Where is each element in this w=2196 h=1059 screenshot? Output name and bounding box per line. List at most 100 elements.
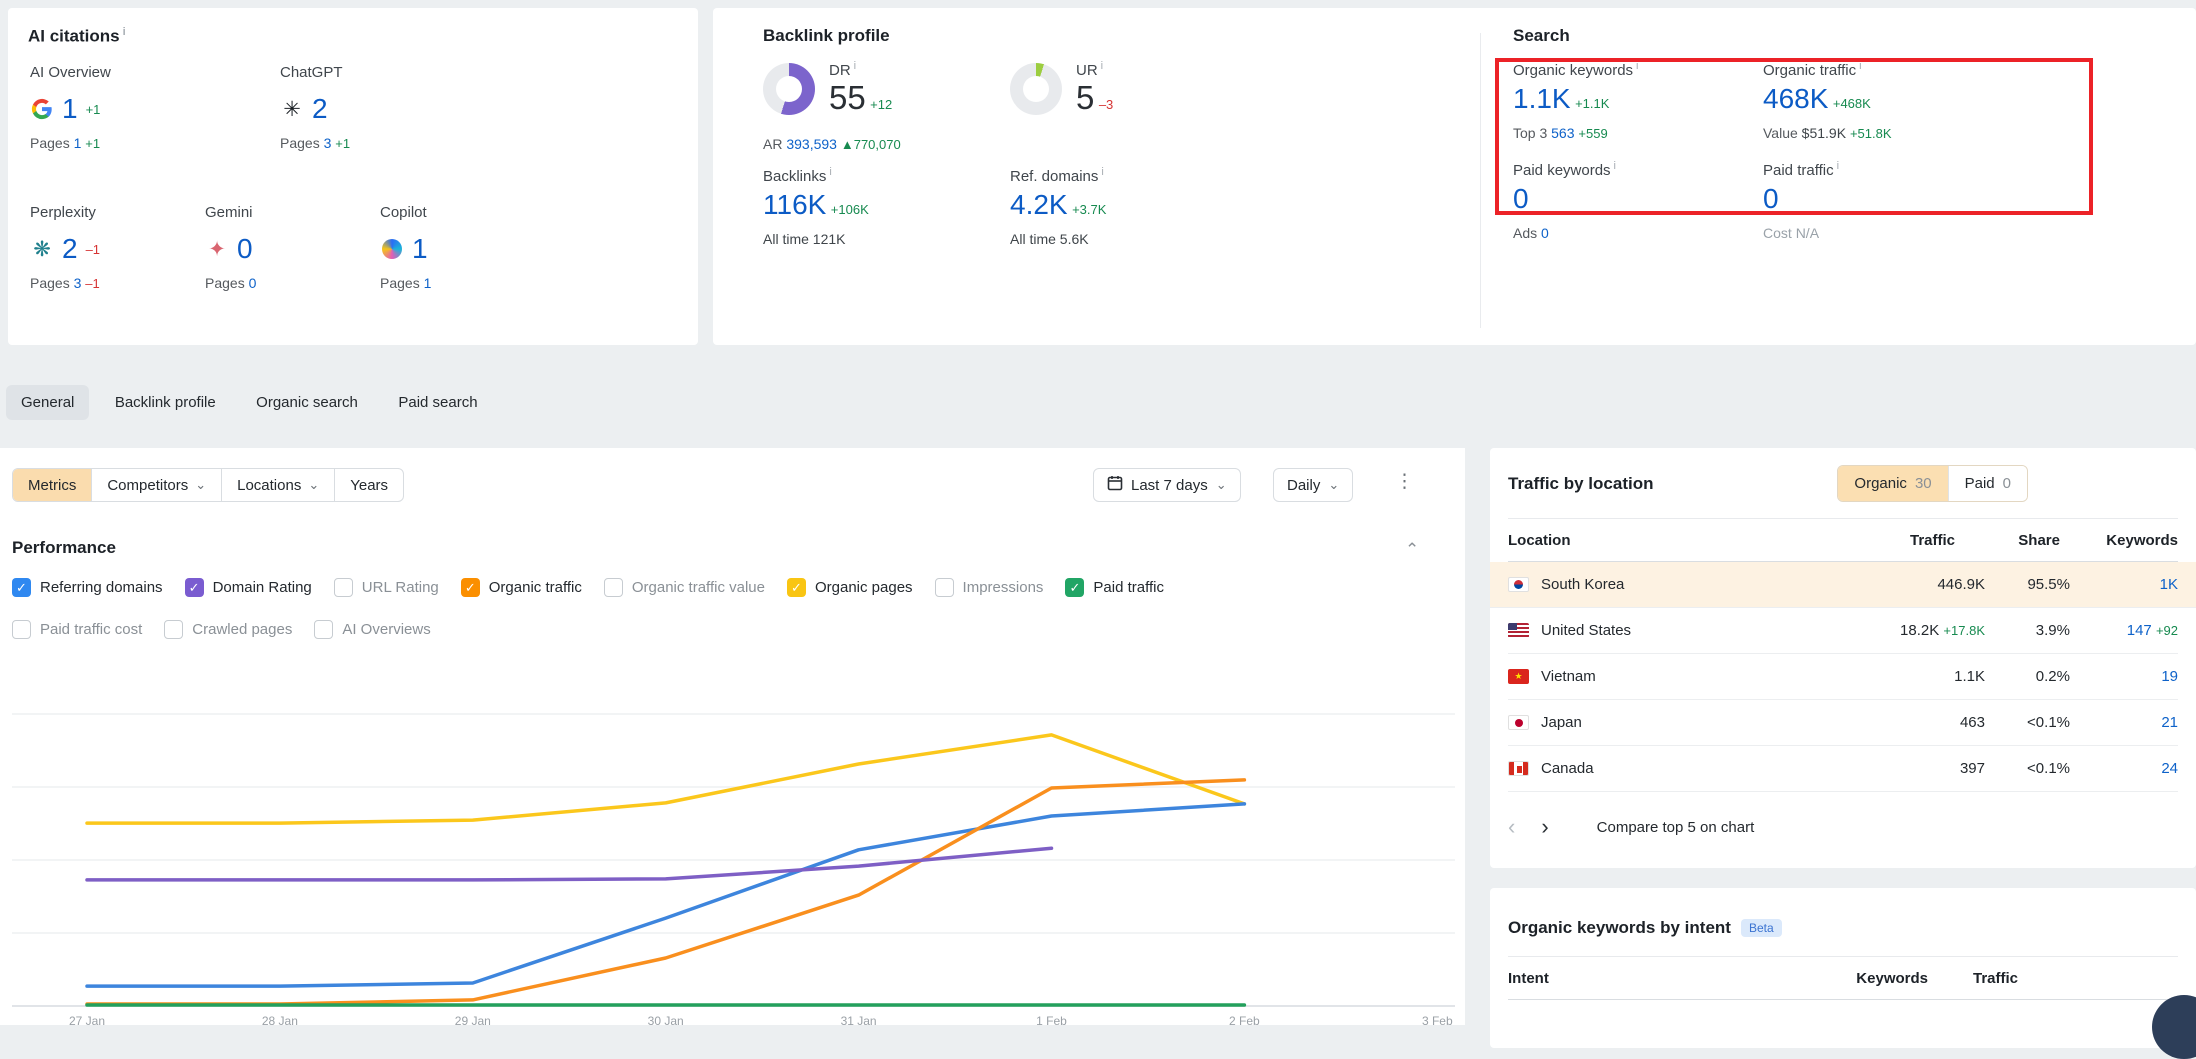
- performance-line-chart[interactable]: [12, 668, 1455, 1008]
- metric-checkbox[interactable]: URL Rating: [334, 578, 439, 597]
- location-table-footer: ‹ › Compare top 5 on chart: [1508, 814, 2178, 840]
- metric-checkbox-row-1: ✓Referring domains ✓Domain Rating URL Rati…: [12, 578, 1164, 597]
- x-tick-label: 29 Jan: [455, 1014, 491, 1025]
- col-keywords[interactable]: Keywords: [2060, 532, 2178, 549]
- info-icon[interactable]: i: [854, 60, 856, 72]
- copilot-count[interactable]: 1: [412, 233, 428, 265]
- ads-value[interactable]: 0: [1541, 225, 1549, 241]
- ai-overview-delta: +1: [86, 102, 101, 117]
- metric-checkbox[interactable]: ✓Domain Rating: [185, 578, 312, 597]
- location-row[interactable]: United States 18.2K +17.8K 3.9% 147 +92: [1508, 608, 2178, 654]
- location-table-body: South Korea 446.9K 95.5% 1K United State…: [1508, 562, 2178, 792]
- x-tick-label: 2 Feb: [1229, 1014, 1260, 1025]
- date-range-button[interactable]: Last 7 days⌄: [1093, 468, 1241, 502]
- ai-block-copilot: Copilot 1 Pages 1: [380, 204, 550, 291]
- toggle-organic[interactable]: Organic30: [1838, 466, 1947, 501]
- toggle-paid[interactable]: Paid0: [1948, 466, 2027, 501]
- checkbox-checked-icon: ✓: [1065, 578, 1084, 597]
- tab-organic-search[interactable]: Organic search: [241, 385, 373, 420]
- pages-count[interactable]: 3: [74, 275, 82, 291]
- keywords-link[interactable]: 147: [2127, 622, 2152, 639]
- ai-overview-count[interactable]: 1: [62, 93, 78, 125]
- col-location[interactable]: Location: [1508, 532, 1835, 549]
- refdomains-block: Ref. domainsi 4.2K +3.7K All time 5.6K: [1010, 166, 1106, 247]
- tab-paid-search[interactable]: Paid search: [383, 385, 492, 420]
- x-tick-label: 27 Jan: [69, 1014, 105, 1025]
- general-report-panel: Metrics Competitors⌄ Locations⌄ Years La…: [0, 448, 1465, 1025]
- info-icon[interactable]: i: [1101, 166, 1103, 178]
- performance-title: Performance: [12, 538, 116, 558]
- pages-count[interactable]: 1: [424, 275, 432, 291]
- checkbox-checked-icon: ✓: [787, 578, 806, 597]
- info-icon[interactable]: i: [829, 166, 831, 178]
- beta-badge: Beta: [1741, 919, 1782, 937]
- collapse-chevron-icon[interactable]: ⌃: [1405, 540, 1419, 560]
- col-intent-traffic[interactable]: Traffic: [1928, 970, 2018, 987]
- perplexity-count[interactable]: 2: [62, 233, 78, 265]
- traffic-by-location-title: Traffic by location: [1508, 474, 1653, 494]
- keywords-link[interactable]: 24: [2161, 760, 2178, 777]
- chevron-down-icon: ⌄: [308, 477, 319, 493]
- metric-checkbox[interactable]: ✓Paid traffic: [1065, 578, 1164, 597]
- copilot-icon: [380, 237, 404, 261]
- pages-count[interactable]: 1: [74, 135, 82, 151]
- ar-value[interactable]: 393,593: [786, 136, 837, 152]
- keywords-link[interactable]: 1K: [2160, 576, 2178, 593]
- x-tick-label: 31 Jan: [841, 1014, 877, 1025]
- location-row[interactable]: Japan 463 <0.1% 21: [1508, 700, 2178, 746]
- next-page-icon[interactable]: ›: [1541, 814, 1548, 840]
- organic-paid-toggle: Organic30 Paid0: [1837, 465, 2028, 502]
- chatgpt-count[interactable]: 2: [312, 93, 328, 125]
- metrics-filter-button[interactable]: Metrics: [13, 469, 91, 501]
- metric-checkbox[interactable]: Organic traffic value: [604, 578, 765, 597]
- x-tick-label: 3 Feb: [1422, 1014, 1453, 1025]
- location-table-header: Location Traffic Share Keywords: [1508, 519, 2178, 561]
- info-icon[interactable]: i: [1101, 60, 1103, 72]
- col-share[interactable]: Share: [1955, 532, 2060, 549]
- metric-checkbox[interactable]: Impressions: [935, 578, 1044, 597]
- col-intent[interactable]: Intent: [1508, 970, 1828, 987]
- competitors-filter-button[interactable]: Competitors⌄: [91, 469, 221, 501]
- location-name: Canada: [1541, 760, 1835, 777]
- locations-filter-button[interactable]: Locations⌄: [221, 469, 334, 501]
- col-traffic[interactable]: Traffic: [1835, 532, 1955, 549]
- google-g-icon: [30, 97, 54, 121]
- compare-top5-link[interactable]: Compare top 5 on chart: [1597, 819, 1755, 836]
- chatgpt-icon: ✳: [280, 97, 304, 121]
- location-name: Japan: [1541, 714, 1835, 731]
- pages-count[interactable]: 3: [324, 135, 332, 151]
- backlinks-value[interactable]: 116K: [763, 189, 826, 220]
- tab-backlink-profile[interactable]: Backlink profile: [100, 385, 231, 420]
- tab-general[interactable]: General: [6, 385, 89, 420]
- pages-count[interactable]: 0: [249, 275, 257, 291]
- location-name: South Korea: [1541, 576, 1835, 593]
- share-value: <0.1%: [1985, 760, 2070, 777]
- chart-x-axis-labels: 27 Jan28 Jan29 Jan30 Jan31 Jan1 Feb2 Feb…: [12, 1012, 1455, 1025]
- metric-checkbox[interactable]: AI Overviews: [314, 620, 430, 639]
- granularity-button[interactable]: Daily⌄: [1273, 468, 1353, 502]
- location-row[interactable]: Canada 397 <0.1% 24: [1508, 746, 2178, 792]
- keywords-link[interactable]: 19: [2161, 668, 2178, 685]
- ur-value: 5: [1076, 79, 1094, 116]
- gemini-count[interactable]: 0: [237, 233, 253, 265]
- location-row[interactable]: ★Vietnam 1.1K 0.2% 19: [1508, 654, 2178, 700]
- kebab-menu-icon[interactable]: ⋮: [1395, 470, 1414, 493]
- calendar-icon: [1107, 475, 1123, 495]
- prev-page-icon[interactable]: ‹: [1508, 814, 1515, 840]
- metric-checkbox[interactable]: Crawled pages: [164, 620, 292, 639]
- checkbox-checked-icon: ✓: [185, 578, 204, 597]
- metric-checkbox[interactable]: ✓Referring domains: [12, 578, 163, 597]
- refdomains-value[interactable]: 4.2K: [1010, 189, 1068, 220]
- years-filter-button[interactable]: Years: [334, 469, 403, 501]
- keywords-link[interactable]: 21: [2161, 714, 2178, 731]
- info-icon[interactable]: i: [123, 26, 126, 38]
- metric-checkbox[interactable]: ✓Organic traffic: [461, 578, 582, 597]
- ai-block-perplexity: Perplexity ❋ 2 –1 Pages 3 –1: [30, 204, 200, 291]
- checkbox-checked-icon: ✓: [461, 578, 480, 597]
- location-row[interactable]: South Korea 446.9K 95.5% 1K: [1490, 562, 2196, 608]
- metric-checkbox[interactable]: Paid traffic cost: [12, 620, 142, 639]
- section-divider: [1480, 33, 1481, 328]
- metric-checkbox[interactable]: ✓Organic pages: [787, 578, 913, 597]
- perplexity-icon: ❋: [30, 237, 54, 261]
- col-intent-keywords[interactable]: Keywords: [1828, 970, 1928, 987]
